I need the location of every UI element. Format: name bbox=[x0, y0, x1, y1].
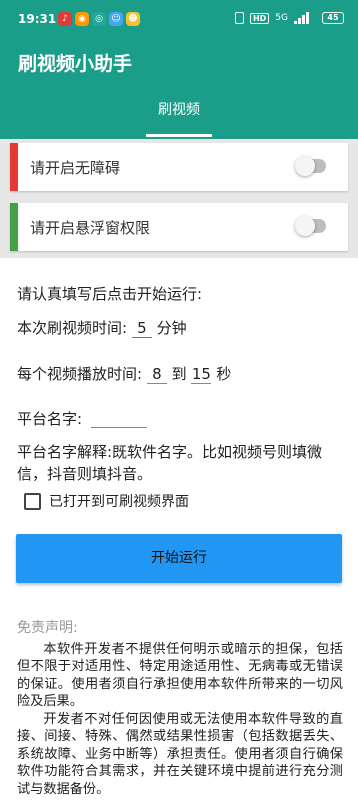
tab-refresh-video[interactable]: 刷视频 bbox=[146, 99, 212, 119]
toggle-knob bbox=[295, 156, 315, 176]
play-min-input[interactable]: 8 bbox=[146, 365, 167, 384]
platform-label: 平台名字: bbox=[17, 410, 83, 428]
overlay-permission-card[interactable]: 请开启悬浮窗权限 bbox=[10, 203, 348, 251]
overlay-toggle[interactable] bbox=[295, 216, 326, 236]
vibrate-icon bbox=[234, 12, 244, 24]
disclaimer-paragraph: 本软件开发者不提供任何明示或暗示的担保，包括但不限于对适用性、特定用途适用性、无… bbox=[17, 641, 343, 710]
app-title: 刷视频小助手 bbox=[18, 53, 133, 75]
accessibility-toggle[interactable] bbox=[295, 156, 326, 176]
tab-indicator bbox=[146, 134, 212, 137]
game-app-icon: ☻ bbox=[126, 12, 140, 26]
accessibility-permission-label: 请开启无障碍 bbox=[30, 159, 121, 177]
start-button[interactable]: 开始运行 bbox=[16, 534, 342, 583]
platform-row: 平台名字: bbox=[17, 408, 147, 429]
status-bar: 19:31 ♪ ◉ ◎ ☺ ☻ HD 5G 45 bbox=[0, 0, 358, 40]
app-bar: 刷视频小助手 bbox=[0, 40, 358, 87]
duration-unit: 分钟 bbox=[156, 319, 187, 337]
battery-icon: 45 bbox=[322, 12, 344, 24]
ready-checkbox-label: 已打开到可刷视频界面 bbox=[49, 494, 189, 510]
toggle-knob bbox=[295, 216, 315, 236]
accessibility-permission-card[interactable]: 请开启无障碍 bbox=[10, 143, 348, 191]
tab-bar: 刷视频 bbox=[0, 87, 358, 139]
ready-checkbox-row[interactable]: 已打开到可刷视频界面 bbox=[24, 491, 189, 511]
play-max-input[interactable]: 15 bbox=[191, 365, 212, 384]
signal-icon bbox=[294, 12, 316, 24]
ready-checkbox[interactable] bbox=[24, 492, 41, 510]
permission-section: 请开启无障碍 请开启悬浮窗权限 bbox=[0, 139, 358, 258]
face-app-icon: ☺ bbox=[109, 12, 123, 26]
duration-label: 本次刷视频时间: bbox=[17, 319, 128, 337]
disclaimer-paragraph: 开发者不对任何因使用或无法使用本软件导致的直接、间接、特殊、偶然或结果性损害（包… bbox=[17, 711, 343, 797]
platform-help-text: 平台名字解释:既软件名字。比如视频号则填微信，抖音则填抖音。 bbox=[17, 443, 323, 483]
weibo-icon: ◉ bbox=[75, 12, 89, 26]
duration-row: 本次刷视频时间: 5 分钟 bbox=[17, 317, 187, 338]
system-icons: HD 5G 45 bbox=[234, 12, 344, 24]
hd-icon: HD bbox=[249, 12, 270, 24]
play-unit: 秒 bbox=[216, 365, 232, 383]
notification-icons: ♪ ◉ ◎ ☺ ☻ bbox=[58, 12, 140, 26]
form-intro: 请认真填写后点击开始运行: bbox=[17, 285, 203, 303]
network-type-label: 5G bbox=[275, 13, 288, 23]
camera-app-icon: ◎ bbox=[92, 12, 106, 26]
overlay-permission-label: 请开启悬浮窗权限 bbox=[30, 219, 151, 237]
play-time-label: 每个视频播放时间: bbox=[17, 365, 143, 383]
music-app-icon: ♪ bbox=[58, 12, 72, 26]
disclaimer-title: 免责声明: bbox=[17, 620, 78, 636]
status-time: 19:31 bbox=[18, 12, 57, 26]
duration-input[interactable]: 5 bbox=[131, 319, 152, 338]
platform-input[interactable] bbox=[90, 410, 147, 428]
disclaimer: 免责声明: 本软件开发者不提供任何明示或暗示的担保，包括但不限于对适用性、特定用… bbox=[17, 620, 343, 798]
play-time-row: 每个视频播放时间: 8 到 15 秒 bbox=[17, 363, 231, 384]
play-to-label: 到 bbox=[171, 365, 187, 383]
